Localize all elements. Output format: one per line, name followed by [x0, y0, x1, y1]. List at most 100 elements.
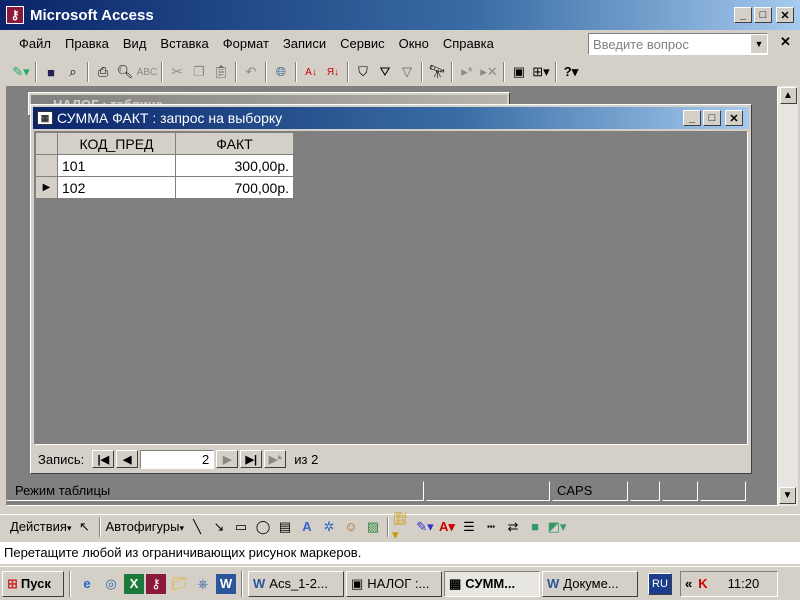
- cut-icon[interactable]: ✂: [166, 61, 188, 83]
- menu-close-icon[interactable]: ✕: [780, 34, 791, 50]
- textbox-icon[interactable]: ▤: [274, 516, 296, 538]
- query-window-title-bar[interactable]: ▦ СУММА ФАКТ : запрос на выборку _ □ ✕: [33, 107, 749, 129]
- wordart-icon[interactable]: A: [296, 516, 318, 538]
- dash-style-icon[interactable]: ┅: [480, 516, 502, 538]
- standard-toolbar: ✎▾ ■ ⌕ ⎙ 🔍︎ ABC ✂ ❐ 📋︎ ↶ 🌐︎ A↓ Я↓ ⛉ ⛛ ▽ …: [6, 58, 796, 86]
- excel-icon[interactable]: X: [124, 573, 144, 594]
- column-header-kod-pred[interactable]: КОД_ПРЕД: [57, 132, 176, 155]
- apply-filter-icon[interactable]: ▽: [396, 61, 418, 83]
- diagram-icon[interactable]: ✲: [318, 516, 340, 538]
- word-icon[interactable]: W: [216, 573, 236, 594]
- record-number-field[interactable]: 2: [140, 449, 215, 469]
- first-record-button[interactable]: |◀: [92, 450, 115, 468]
- last-record-button[interactable]: ▶|: [240, 450, 263, 468]
- tray-expand-icon[interactable]: «: [685, 576, 692, 591]
- find-icon[interactable]: 🔭︎: [426, 61, 448, 83]
- record-selector[interactable]: [35, 154, 58, 177]
- line-icon[interactable]: ╲: [186, 516, 208, 538]
- network-icon[interactable]: ⎈: [192, 573, 214, 595]
- menu-item-view[interactable]: Вид: [116, 34, 154, 54]
- shadow-icon[interactable]: ■: [524, 516, 546, 538]
- new-record-nav-button[interactable]: ▶*: [264, 450, 287, 468]
- search-db-icon[interactable]: ⌕: [62, 61, 84, 83]
- help-icon[interactable]: ?▾: [560, 61, 582, 83]
- menu-item-window[interactable]: Окно: [392, 34, 436, 54]
- autoshapes-menu[interactable]: Автофигуры▾: [104, 519, 187, 534]
- outlook-icon[interactable]: ◎: [100, 573, 122, 595]
- cell-fakt[interactable]: 700,00р.: [175, 176, 294, 199]
- record-selector-header[interactable]: [35, 132, 58, 155]
- previous-record-button[interactable]: ◀: [116, 450, 139, 468]
- table-row[interactable]: ▶ 102 700,00р.: [35, 176, 294, 199]
- task-button-nalog[interactable]: ▣ НАЛОГ :...: [346, 570, 442, 597]
- close-button[interactable]: ✕: [776, 7, 794, 23]
- query-minimize-button[interactable]: _: [683, 110, 701, 126]
- clock: 11:20: [727, 576, 760, 591]
- undo-icon[interactable]: ↶: [240, 61, 262, 83]
- line-color-icon[interactable]: ✎▾: [414, 516, 436, 538]
- menu-item-records[interactable]: Записи: [276, 34, 333, 54]
- filter-form-icon[interactable]: ⛛: [374, 61, 396, 83]
- arrow-icon[interactable]: ↘: [208, 516, 230, 538]
- start-button[interactable]: ⊞ Пуск: [2, 570, 64, 597]
- view-design-icon[interactable]: ✎▾: [10, 61, 32, 83]
- clipart-icon[interactable]: ☺: [340, 516, 362, 538]
- menu-item-file[interactable]: Файл: [12, 34, 58, 54]
- ie-icon[interactable]: e: [76, 573, 98, 595]
- filter-selection-icon[interactable]: ⛉: [352, 61, 374, 83]
- antivirus-icon[interactable]: K: [698, 576, 707, 591]
- fill-color-icon[interactable]: ⛽︎▾: [392, 511, 414, 542]
- copy-icon[interactable]: ❐: [188, 61, 210, 83]
- save-icon[interactable]: ■: [40, 61, 62, 83]
- print-preview-icon[interactable]: 🔍︎: [114, 61, 136, 83]
- cell-kod-pred[interactable]: 102: [57, 176, 176, 199]
- task-button-word-doc[interactable]: W Acs_1-2...: [248, 570, 344, 597]
- sort-ascending-icon[interactable]: A↓: [300, 61, 322, 83]
- column-header-fakt[interactable]: ФАКТ: [175, 132, 294, 155]
- mdi-vertical-scrollbar[interactable]: ▲ ▼: [778, 86, 798, 506]
- select-objects-icon[interactable]: ↖: [74, 516, 96, 538]
- menu-item-tools[interactable]: Сервис: [333, 34, 392, 54]
- cell-kod-pred[interactable]: 101: [57, 154, 176, 177]
- menu-item-edit[interactable]: Правка: [58, 34, 116, 54]
- menu-item-help[interactable]: Справка: [436, 34, 501, 54]
- spelling-icon[interactable]: ABC: [136, 61, 158, 83]
- chevron-down-icon[interactable]: ▼: [751, 35, 767, 53]
- minimize-button[interactable]: _: [734, 7, 752, 23]
- print-icon[interactable]: ⎙: [92, 61, 114, 83]
- table-row[interactable]: 101 300,00р.: [35, 154, 294, 177]
- delete-record-icon[interactable]: ▸✕: [478, 61, 500, 83]
- menu-item-insert[interactable]: Вставка: [153, 34, 215, 54]
- scroll-up-icon[interactable]: ▲: [779, 87, 797, 104]
- query-maximize-button[interactable]: □: [703, 110, 721, 126]
- new-object-icon[interactable]: ⊞▾: [530, 61, 552, 83]
- folder-icon[interactable]: 📁︎: [168, 573, 190, 595]
- current-record-pointer-icon[interactable]: ▶: [35, 176, 58, 199]
- hyperlink-icon[interactable]: 🌐︎: [270, 61, 292, 83]
- cell-fakt[interactable]: 300,00р.: [175, 154, 294, 177]
- next-record-button[interactable]: ▶: [216, 450, 239, 468]
- actions-menu[interactable]: Действия▾: [8, 519, 74, 534]
- rectangle-icon[interactable]: ▭: [230, 516, 252, 538]
- language-indicator[interactable]: RU: [648, 572, 672, 595]
- task-button-summa[interactable]: ▦ СУММ...: [444, 570, 540, 597]
- line-style-icon[interactable]: ☰: [458, 516, 480, 538]
- 3d-icon[interactable]: ◩▾: [546, 516, 568, 538]
- help-question-box[interactable]: Введите вопрос ▼: [588, 33, 768, 55]
- maximize-button[interactable]: □: [754, 7, 772, 23]
- system-tray: « K 11:20: [680, 570, 778, 597]
- task-button-document[interactable]: W Докуме...: [542, 570, 638, 597]
- sort-descending-icon[interactable]: Я↓: [322, 61, 344, 83]
- new-record-icon[interactable]: ▸*: [456, 61, 478, 83]
- database-window-icon[interactable]: ▣: [508, 61, 530, 83]
- query-close-button[interactable]: ✕: [725, 110, 743, 126]
- arrow-style-icon[interactable]: ⇄: [502, 516, 524, 538]
- paste-icon[interactable]: 📋︎: [210, 61, 232, 83]
- picture-icon[interactable]: ▨: [362, 516, 384, 538]
- access-icon[interactable]: ⚷: [146, 573, 166, 594]
- font-color-icon[interactable]: A▾: [436, 516, 458, 538]
- oval-icon[interactable]: ◯: [252, 516, 274, 538]
- app-title-bar[interactable]: ⚷ Microsoft Access _ □ ✕: [0, 0, 800, 30]
- menu-item-format[interactable]: Формат: [216, 34, 276, 54]
- scroll-down-icon[interactable]: ▼: [779, 487, 796, 504]
